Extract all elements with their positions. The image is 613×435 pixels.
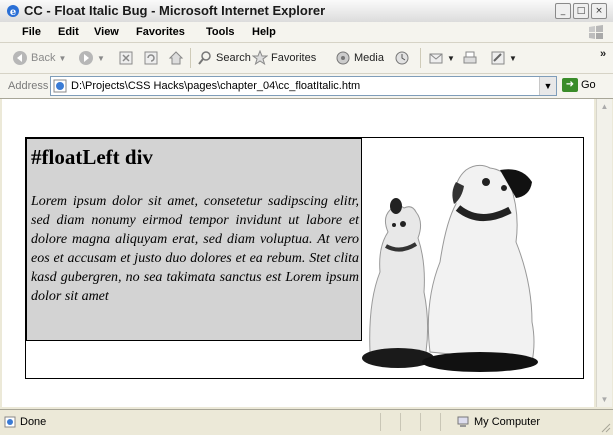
home-button[interactable] <box>168 50 184 66</box>
go-button[interactable]: ➜ Go <box>562 78 596 92</box>
stop-icon <box>119 51 133 65</box>
print-icon <box>463 51 477 64</box>
page-done-icon <box>4 416 16 428</box>
favorites-label: Favorites <box>271 52 317 64</box>
nipper-dogs-image <box>362 164 538 372</box>
page-icon <box>53 79 67 93</box>
go-arrow-icon: ➜ <box>562 78 578 92</box>
float-left-heading: #floatLeft div <box>31 145 153 169</box>
address-input[interactable]: D:\Projects\CSS Hacks\pages\chapter_04\c… <box>50 76 557 96</box>
forward-arrow-icon <box>79 51 93 65</box>
media-label: Media <box>354 52 384 64</box>
menu-favorites[interactable]: Favorites <box>136 26 185 38</box>
zone-text: My Computer <box>474 416 541 428</box>
toolbar-chevron[interactable]: » <box>600 48 606 60</box>
search-icon <box>198 51 211 65</box>
address-url: D:\Projects\CSS Hacks\pages\chapter_04\c… <box>71 80 361 92</box>
back-button[interactable]: Back ▼ <box>12 50 66 66</box>
mail-button[interactable]: ▼ <box>428 50 455 66</box>
svg-text:e: e <box>10 7 16 18</box>
close-button[interactable]: × <box>591 3 607 19</box>
history-button[interactable] <box>394 50 410 66</box>
scroll-down-arrow[interactable]: ▼ <box>597 392 612 407</box>
edit-icon <box>491 51 505 65</box>
vertical-scrollbar[interactable]: ▲ ▼ <box>596 99 612 407</box>
refresh-icon <box>144 51 158 65</box>
window-title: CC - Float Italic Bug - Microsoft Intern… <box>24 3 326 18</box>
minimize-button[interactable]: _ <box>555 3 571 19</box>
media-icon <box>336 51 350 65</box>
address-bar: Address D:\Projects\CSS Hacks\pages\chap… <box>0 74 613 99</box>
computer-icon <box>457 416 469 427</box>
search-label: Search <box>216 52 251 64</box>
back-label: Back <box>31 52 56 64</box>
menu-view[interactable]: View <box>94 26 119 38</box>
history-icon <box>395 51 409 65</box>
standard-toolbar: Back ▼ ▼ Search Favorites Media ▼ ▼ » <box>0 43 613 74</box>
menu-tools[interactable]: Tools <box>206 26 235 38</box>
window-controls: _ □ × <box>555 3 607 19</box>
toolbar-separator <box>420 48 421 68</box>
status-divider <box>400 413 401 431</box>
address-dropdown[interactable]: ▼ <box>539 77 556 95</box>
menu-edit[interactable]: Edit <box>58 26 79 38</box>
ie-icon: e <box>7 5 19 18</box>
menu-file[interactable]: File <box>22 26 41 38</box>
status-divider <box>440 413 441 431</box>
title-bar[interactable]: e CC - Float Italic Bug - Microsoft Inte… <box>0 0 613 23</box>
star-icon <box>252 50 268 66</box>
stop-button[interactable] <box>118 50 134 66</box>
back-arrow-icon <box>13 51 27 65</box>
browser-window: e CC - Float Italic Bug - Microsoft Inte… <box>0 0 613 435</box>
status-divider <box>420 413 421 431</box>
status-text: Done <box>20 416 47 428</box>
edit-button[interactable]: ▼ <box>490 50 517 66</box>
large-dog <box>422 164 538 372</box>
favorites-button[interactable]: Favorites <box>252 50 316 66</box>
resize-grip-icon[interactable] <box>599 421 611 433</box>
status-divider <box>380 413 381 431</box>
float-left-div: #floatLeft div Lorem ipsum dolor sit ame… <box>26 138 362 341</box>
maximize-button[interactable]: □ <box>573 3 589 19</box>
home-icon <box>168 51 184 65</box>
print-button[interactable] <box>462 50 478 66</box>
menu-bar: File Edit View Favorites Tools Help <box>0 22 613 43</box>
windows-logo-icon <box>589 25 603 39</box>
search-button[interactable]: Search <box>197 50 251 66</box>
address-label: Address <box>8 80 49 92</box>
toolbar-separator <box>190 48 191 68</box>
status-bar: Done My Computer <box>0 409 613 435</box>
menu-help[interactable]: Help <box>252 26 276 38</box>
scroll-up-arrow[interactable]: ▲ <box>597 99 612 114</box>
small-dog <box>362 198 434 368</box>
go-label: Go <box>581 79 596 91</box>
refresh-button[interactable] <box>143 50 159 66</box>
media-button[interactable]: Media <box>335 50 384 66</box>
mail-icon <box>429 53 443 64</box>
forward-button[interactable]: ▼ <box>78 50 105 66</box>
float-left-text: Lorem ipsum dolor sit amet, consetetur s… <box>31 194 359 304</box>
